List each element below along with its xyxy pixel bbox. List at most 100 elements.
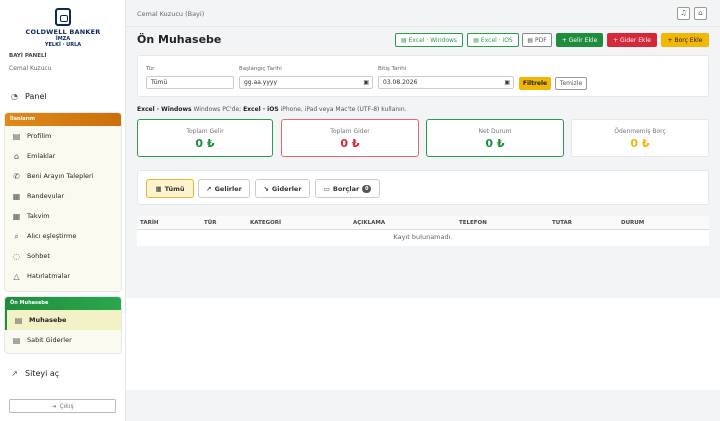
- sidebar-item-label: Sohbet: [27, 252, 50, 260]
- tab-expense[interactable]: ↘ Giderler: [255, 179, 310, 198]
- receipt-icon: ▤: [12, 335, 21, 345]
- content-footer-area: [126, 298, 720, 390]
- nav-group-accounting: Ön Muhasebe ▤ Muhasebe ▤ Sabit Giderler: [4, 296, 122, 354]
- wallet-icon: ▭: [323, 184, 330, 193]
- sidebar-item-label: Hatırlatmalar: [27, 272, 71, 280]
- start-date-input[interactable]: gg.aa.yyyy ▣: [239, 76, 373, 89]
- end-date-input[interactable]: 03.08.2026 ▣: [378, 76, 514, 89]
- home-icon: ⌂: [698, 9, 703, 17]
- stat-label: Toplam Gelir: [186, 128, 224, 135]
- note-ios-text: iPhone, iPad veya Mac'te (UTF-8) kullanı…: [278, 106, 407, 113]
- sidebar-item-fixed-expenses[interactable]: ▤ Sabit Giderler: [5, 330, 121, 350]
- brand-name: COLDWELL BANKER: [25, 28, 101, 36]
- sidebar-item-accounting[interactable]: ▤ Muhasebe: [5, 310, 121, 330]
- file-icon: ▤: [400, 36, 407, 44]
- excel-windows-button[interactable]: ▤ Excel · Windows: [395, 33, 463, 47]
- sidebar-item-label: Beni Arayın Talepleri: [27, 172, 94, 180]
- button-label: Excel · Windows: [408, 36, 458, 44]
- tab-income[interactable]: ↗ Gelirler: [198, 179, 250, 198]
- sidebar-item-label: Takvim: [27, 212, 50, 220]
- sidebar-item-profile[interactable]: ▤ Profilim: [5, 126, 121, 146]
- tab-all[interactable]: ▦ Tümü: [146, 179, 194, 198]
- stat-value: 0 ₺: [630, 137, 650, 150]
- excel-ios-button[interactable]: ▤ Excel · iOS: [467, 33, 519, 47]
- column-header-category: KATEGORİ: [250, 220, 282, 226]
- home-icon: ⌂: [13, 151, 20, 161]
- open-site-link[interactable]: ↗ Siteyi aç: [10, 369, 59, 378]
- add-income-button[interactable]: + Gelir Ekle: [556, 33, 603, 47]
- nav-panel-label: Panel: [25, 92, 47, 101]
- brand-sub2: YELKİ · URLA: [44, 42, 82, 48]
- grid-icon: ▦: [155, 184, 162, 193]
- table-header: TARİH TÜR KATEGORİ AÇIKLAMA TELEFON TUTA…: [137, 216, 709, 230]
- sidebar-item-label: Profilim: [27, 132, 52, 140]
- start-date-label: Başlangıç Tarihi: [239, 66, 282, 72]
- search-icon: ⌕: [14, 231, 19, 241]
- type-label: Tür: [146, 66, 155, 72]
- sidebar: COLDWELL BANKER İMZA YELKİ · URLA BAYİ P…: [0, 0, 126, 421]
- transactions-table: TARİH TÜR KATEGORİ AÇIKLAMA TELEFON TUTA…: [137, 216, 709, 246]
- bell-icon: △: [13, 271, 20, 281]
- tab-debts[interactable]: ▭ Borçlar 0: [315, 179, 380, 198]
- filter-card: Tür Tümü Başlangıç Tarihi gg.aa.yyyy ▣ Bi…: [137, 55, 709, 97]
- button-label: Excel · iOS: [480, 36, 513, 44]
- logout-button[interactable]: ⇥ Çıkış: [9, 399, 116, 413]
- sidebar-item-calendar[interactable]: ▦ Takvim: [5, 206, 121, 226]
- calendar-icon: ▦: [12, 211, 21, 221]
- chart-up-icon: ↗: [206, 184, 212, 193]
- open-site-label: Siteyi aç: [25, 369, 60, 378]
- sidebar-item-label: Alıcı eşleştirme: [27, 232, 77, 240]
- file-icon: ▤: [473, 36, 479, 44]
- column-header-amount: TUTAR: [552, 220, 573, 226]
- sidebar-item-label: Muhasebe: [29, 316, 67, 324]
- calendar-icon: ▣: [363, 79, 369, 86]
- external-link-icon: ↗: [11, 369, 18, 378]
- stat-total-income: Toplam Gelir 0 ₺: [137, 119, 273, 157]
- sidebar-item-buyer-matching[interactable]: ⌕ Alıcı eşleştirme: [5, 226, 121, 246]
- nav-group-title: İlanlarım: [5, 113, 121, 126]
- export-note: Excel · Windows Windows PC'de; Excel · i…: [137, 106, 407, 113]
- button-label: PDF: [534, 36, 547, 44]
- sidebar-user-name: Cemal Kuzucu: [9, 65, 52, 72]
- tab-label: Borçlar: [332, 184, 360, 193]
- start-date-placeholder: gg.aa.yyyy: [244, 79, 277, 86]
- type-select-value: Tümü: [151, 79, 168, 86]
- chart-down-icon: ↘: [263, 184, 269, 193]
- panel-label: BAYİ PANELİ: [9, 53, 47, 59]
- calendar-check-icon: ▦: [12, 191, 21, 201]
- chat-icon: ◌: [13, 251, 20, 261]
- pdf-button[interactable]: ▤ PDF: [522, 33, 552, 47]
- note-windows-bold: Excel · Windows: [137, 106, 192, 113]
- stat-label: Net Durum: [478, 128, 512, 135]
- phone-icon: ✆: [13, 171, 20, 181]
- logout-label: Çıkış: [59, 402, 74, 410]
- note-ios-bold: Excel · iOS: [243, 106, 279, 113]
- sidebar-item-appointments[interactable]: ▦ Randevular: [5, 186, 121, 206]
- brand-logo[interactable]: COLDWELL BANKER İMZA YELKİ · URLA: [0, 8, 126, 48]
- tabs-card: ▦ Tümü ↗ Gelirler ↘ Giderler ▭ Borçlar 0: [137, 170, 709, 205]
- end-date-label: Bitiş Tarihi: [378, 66, 407, 72]
- debts-count-badge: 0: [362, 184, 372, 193]
- topbar: Cemal Kuzucu (Bayi) ♫ ⌂: [126, 0, 720, 27]
- sidebar-item-properties[interactable]: ⌂ Emlaklar: [5, 146, 121, 166]
- notifications-button[interactable]: ♫: [677, 7, 690, 20]
- nav-panel[interactable]: ◔ Panel: [10, 92, 47, 101]
- stat-label: Toplam Gider: [330, 128, 370, 135]
- sidebar-item-reminders[interactable]: △ Hatırlatmalar: [5, 266, 121, 286]
- stat-total-expense: Toplam Gider 0 ₺: [281, 119, 419, 157]
- home-button[interactable]: ⌂: [694, 7, 707, 20]
- filter-button[interactable]: Filtrele: [519, 77, 551, 90]
- sidebar-item-label: Emlaklar: [27, 152, 56, 160]
- type-select[interactable]: Tümü: [146, 76, 234, 89]
- end-date-value: 03.08.2026: [383, 79, 418, 86]
- user-card-icon: ▤: [12, 131, 21, 141]
- add-debt-button[interactable]: + Borç Ekle: [661, 33, 709, 47]
- column-header-description: AÇIKLAMA: [353, 220, 386, 226]
- clear-button[interactable]: Temizle: [555, 77, 587, 90]
- sidebar-item-chat[interactable]: ◌ Sohbet: [5, 246, 121, 266]
- column-header-type: TÜR: [204, 220, 217, 226]
- sidebar-item-callback-requests[interactable]: ✆ Beni Arayın Talepleri: [5, 166, 121, 186]
- add-expense-button[interactable]: + Gider Ekle: [607, 33, 657, 47]
- note-windows-text: Windows PC'de;: [191, 106, 244, 113]
- topbar-user-label: Cemal Kuzucu (Bayi): [137, 10, 205, 18]
